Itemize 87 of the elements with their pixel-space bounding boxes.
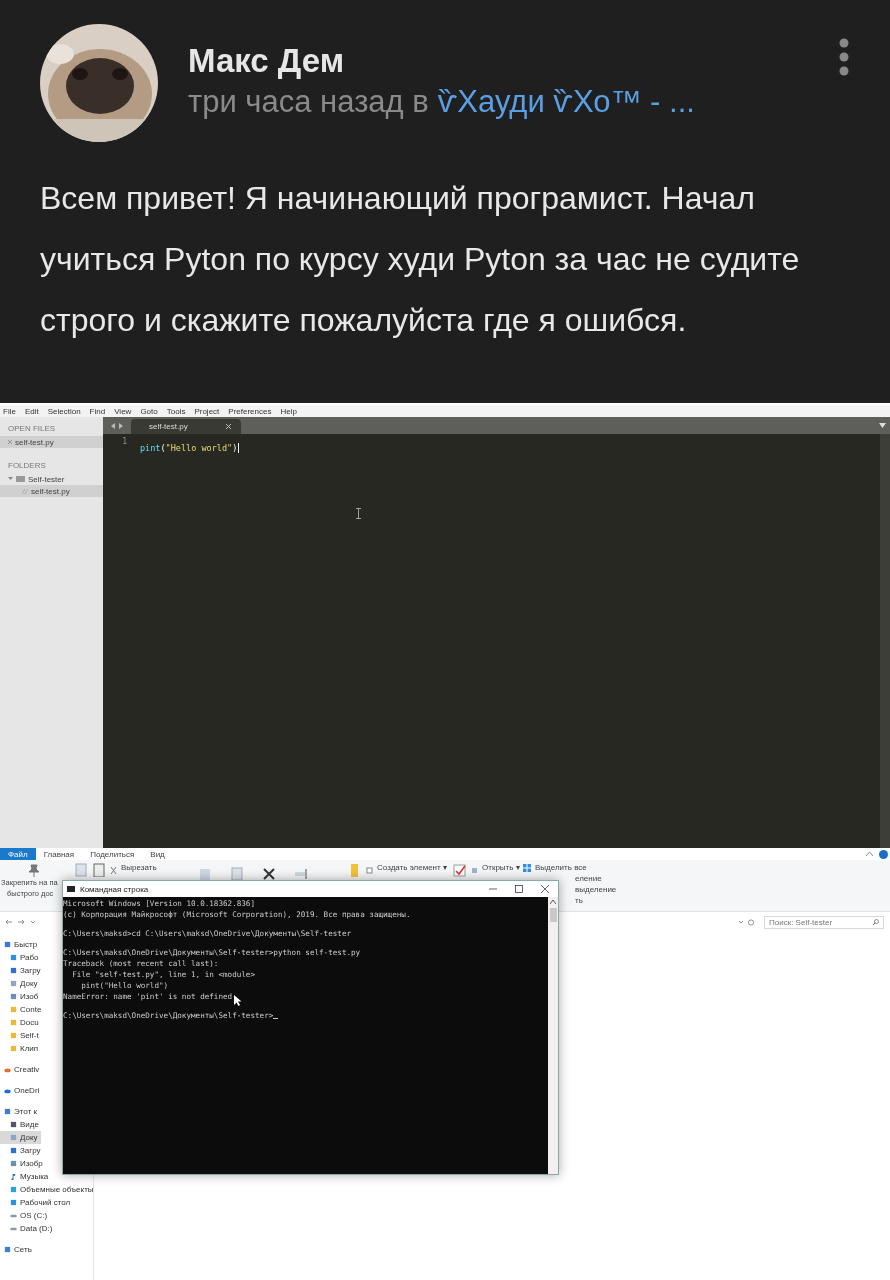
collapse-icon[interactable] bbox=[866, 852, 873, 856]
select-all-button[interactable]: Выделить все bbox=[535, 863, 587, 873]
sidebar-item[interactable]: OneDri bbox=[0, 1084, 43, 1097]
sidebar-item[interactable]: Клип bbox=[0, 1042, 42, 1055]
sidebar-item[interactable]: Быстр bbox=[0, 938, 41, 951]
sidebar-item[interactable]: Объемные объекты bbox=[0, 1183, 97, 1196]
cloud-icon bbox=[4, 1066, 11, 1073]
sidebar-item[interactable]: Docu bbox=[0, 1016, 42, 1029]
more-icon[interactable] bbox=[838, 38, 850, 78]
post-text: Всем привет! Я начинающий програмист. Начал учиться Pyton по курсу худи Pyton за час не судите строго и скажите пожалуйста где я ошибся. bbox=[40, 179, 801, 340]
copy-icon[interactable] bbox=[230, 867, 244, 881]
sidebar-item[interactable]: Conte bbox=[0, 1003, 45, 1016]
sidebar-item[interactable]: Изоб bbox=[0, 990, 42, 1003]
ribbon-tab[interactable]: Вид bbox=[142, 848, 173, 860]
music-note-icon bbox=[10, 1173, 17, 1180]
refresh-icon[interactable] bbox=[739, 918, 755, 926]
new-item-icon[interactable] bbox=[366, 866, 373, 874]
scissors-icon[interactable] bbox=[110, 866, 117, 874]
menu-item[interactable]: File bbox=[3, 406, 16, 416]
sidebar-item[interactable]: Загру bbox=[0, 964, 44, 977]
section-title: OPEN FILES bbox=[7, 423, 57, 435]
menu-item[interactable]: View bbox=[114, 406, 132, 416]
tab-nav-icon[interactable] bbox=[109, 422, 125, 430]
sidebar-item[interactable]: Загру bbox=[0, 1144, 44, 1157]
folder-entry[interactable]: Self-tester bbox=[0, 473, 103, 485]
document-icon bbox=[22, 488, 28, 494]
window-title: Командная строка bbox=[80, 884, 149, 894]
select-all-icon[interactable] bbox=[523, 864, 531, 872]
open-document-entry[interactable]: self-test.py bbox=[0, 436, 103, 448]
navigation-icon[interactable] bbox=[6, 919, 36, 925]
rename-icon[interactable] bbox=[294, 867, 308, 881]
search-icon[interactable] bbox=[873, 919, 879, 925]
ribbon-tab[interactable]: Поделиться bbox=[82, 848, 143, 860]
sidebar-item[interactable]: Этот к bbox=[0, 1105, 40, 1118]
folder-icon bbox=[16, 476, 25, 482]
sidebar-item[interactable]: Изобр bbox=[0, 1157, 46, 1170]
post-time: три часа назад в bbox=[188, 84, 429, 120]
ribbon-label[interactable]: выделение bbox=[575, 885, 617, 895]
menu-item[interactable]: Tools bbox=[166, 406, 186, 416]
sidebar-item[interactable]: OS (C:) bbox=[0, 1209, 51, 1222]
paste-icon[interactable] bbox=[92, 863, 106, 877]
sidebar-item[interactable]: Музыка bbox=[0, 1170, 52, 1183]
sidebar-item[interactable]: Доку bbox=[0, 977, 41, 990]
console-icon bbox=[67, 886, 75, 892]
open-button[interactable]: Открыть ▾ bbox=[482, 863, 520, 873]
menu-item[interactable]: Preferences bbox=[228, 406, 272, 416]
menu-item[interactable]: Goto bbox=[140, 406, 158, 416]
tree-entry[interactable]: self-test.py bbox=[0, 485, 103, 497]
sidebar-item[interactable]: Data (D:) bbox=[0, 1222, 56, 1235]
sidebar-item[interactable]: Доку bbox=[0, 1131, 41, 1144]
cloud-icon bbox=[4, 1087, 11, 1094]
sidebar-item[interactable]: Рабо bbox=[0, 951, 42, 964]
ribbon-tab[interactable]: Главная bbox=[35, 848, 83, 860]
caret-icon[interactable] bbox=[8, 477, 13, 481]
sidebar-item[interactable]: Виде bbox=[0, 1118, 42, 1131]
sidebar-item[interactable]: Creativ bbox=[0, 1063, 43, 1076]
scrollbar[interactable] bbox=[880, 434, 890, 848]
mouse-pointer-icon bbox=[234, 995, 242, 1006]
section-title: FOLDERS bbox=[7, 460, 47, 472]
copy-icon[interactable] bbox=[74, 863, 88, 877]
sidebar-item[interactable]: Self-t bbox=[0, 1029, 42, 1042]
menu-item[interactable]: Selection bbox=[47, 406, 81, 416]
close-icon[interactable] bbox=[226, 424, 231, 429]
menu-item[interactable]: Help bbox=[280, 406, 297, 416]
scroll-up-icon[interactable] bbox=[550, 900, 556, 904]
cut-button[interactable]: Вырезать bbox=[121, 863, 157, 873]
editor-tab[interactable]: self-test.py bbox=[131, 419, 241, 434]
menu-item[interactable]: Find bbox=[89, 406, 106, 416]
ribbon-label[interactable]: ть bbox=[575, 896, 583, 906]
search-field[interactable]: Поиск: Self-tester bbox=[764, 915, 884, 929]
community-link[interactable]: ѷХауди ѷХо™ - ... bbox=[437, 84, 695, 120]
caret-icon[interactable] bbox=[879, 423, 886, 428]
menu-item[interactable]: Project bbox=[194, 406, 220, 416]
sidebar-item[interactable]: Рабочий стол bbox=[0, 1196, 74, 1209]
help-icon[interactable] bbox=[879, 849, 888, 859]
text-cursor-icon bbox=[356, 508, 361, 519]
ribbon-label[interactable]: еление bbox=[575, 874, 602, 884]
menu-item[interactable]: Edit bbox=[24, 406, 39, 416]
new-item-button[interactable]: Создать элемент ▾ bbox=[377, 863, 447, 873]
sidebar-item[interactable]: Сеть bbox=[0, 1243, 35, 1256]
author-name[interactable]: Макс Дем bbox=[188, 42, 345, 80]
code-line: pint("Hello world") bbox=[140, 443, 240, 453]
properties-icon[interactable] bbox=[453, 863, 467, 877]
scrollbar-thumb[interactable] bbox=[549, 908, 557, 922]
ribbon-tab[interactable]: Файл bbox=[0, 848, 36, 860]
line-number: 1 bbox=[122, 437, 127, 446]
delete-icon[interactable] bbox=[262, 867, 276, 881]
